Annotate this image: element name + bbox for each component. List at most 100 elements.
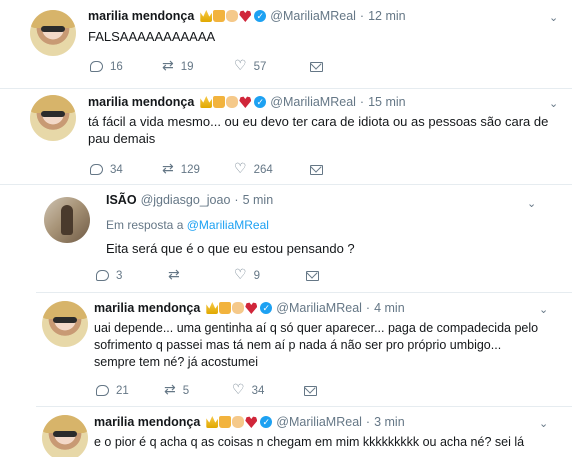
tweet-text-line: sempre tem né? já acostumei [94, 355, 258, 369]
like-button[interactable]: ♡ 34 [232, 382, 304, 398]
chevron-down-icon[interactable]: ⌄ [539, 305, 548, 316]
author-handle[interactable]: @MariliaMReal [270, 9, 356, 23]
author-name[interactable]: marilia mendonça [88, 9, 194, 23]
tweet-text-line: pau demais [88, 131, 156, 146]
separator-dot: · [359, 95, 365, 109]
peace-hand-emoji-icon [226, 10, 239, 22]
heart-icon: ♡ [234, 161, 247, 177]
reply-mention-link[interactable]: @MariliaMReal [187, 218, 269, 232]
heart-icon: ♡ [232, 382, 245, 398]
beer-emoji-icon [219, 302, 232, 314]
tweet-3-reply[interactable]: ISÃO @jgdiasgo_joao · 5 min ⌄ Em respost… [0, 185, 572, 291]
like-button[interactable]: ♡ 264 [234, 161, 310, 177]
reply-button[interactable]: 21 [96, 385, 164, 397]
timestamp[interactable]: 12 min [368, 9, 406, 23]
like-button[interactable]: ♡ 9 [234, 267, 306, 283]
verified-badge-icon: ✓ [254, 96, 267, 108]
separator-dot: · [365, 301, 371, 315]
author-handle[interactable]: @jgdiasgo_joao [141, 193, 231, 207]
author-name[interactable]: ISÃO [106, 193, 137, 207]
chevron-down-icon[interactable]: ⌄ [549, 99, 558, 110]
avatar[interactable] [44, 197, 90, 243]
reply-count: 16 [110, 60, 123, 73]
retweet-count: 19 [180, 60, 194, 73]
verified-badge-icon: ✓ [254, 10, 267, 22]
retweet-button[interactable]: ⇄ 5 [164, 382, 232, 398]
tweet-text-line: sofrimento q passei mas tá nem aí p nada… [94, 338, 502, 352]
like-count: 34 [251, 384, 265, 397]
reply-count: 3 [116, 269, 123, 282]
author-handle[interactable]: @MariliaMReal [276, 301, 362, 315]
author-name[interactable]: marilia mendonça [94, 415, 200, 429]
retweet-icon: ⇄ [162, 161, 174, 177]
tweet-2[interactable]: marilia mendonça ✓ @MariliaMReal · 15 mi… [0, 89, 572, 183]
avatar[interactable] [30, 95, 76, 141]
envelope-icon [310, 61, 323, 72]
heart-icon: ♡ [234, 267, 247, 283]
author-name[interactable]: marilia mendonça [94, 301, 200, 315]
beer-emoji-icon [213, 96, 226, 108]
reply-icon [96, 270, 109, 281]
chevron-down-icon[interactable]: ⌄ [539, 419, 548, 430]
beer-emoji-icon [219, 416, 232, 428]
timestamp[interactable]: 3 min [374, 415, 405, 429]
retweet-count: 129 [180, 163, 200, 176]
message-button[interactable] [310, 164, 330, 175]
separator-dot: · [359, 9, 365, 23]
tweet-text: e o pior é q acha q as coisas n chegam e… [94, 435, 525, 449]
tweet-4[interactable]: marilia mendonça ✓ @MariliaMReal · 4 min… [0, 293, 572, 405]
tweet-1[interactable]: marilia mendonça ✓ @MariliaMReal · 12 mi… [0, 0, 572, 88]
author-handle[interactable]: @MariliaMReal [276, 415, 362, 429]
name-emojis [200, 96, 252, 108]
author-name[interactable]: marilia mendonça [88, 95, 194, 109]
reply-button[interactable]: 34 [90, 164, 162, 176]
broken-heart-emoji-icon [245, 416, 258, 428]
retweet-button[interactable]: ⇄ 19 [162, 58, 234, 74]
tweet-text: uai depende... uma gentinha aí q só quer… [94, 320, 538, 371]
like-button[interactable]: ♡ 57 [234, 59, 310, 73]
retweet-icon: ⇄ [162, 58, 174, 74]
message-button[interactable] [306, 270, 326, 281]
broken-heart-emoji-icon [239, 96, 252, 108]
avatar[interactable] [42, 301, 88, 347]
peace-hand-emoji-icon [232, 416, 245, 428]
broken-heart-emoji-icon [245, 302, 258, 314]
crown-emoji-icon [200, 10, 213, 22]
reply-icon [96, 385, 109, 396]
message-button[interactable] [304, 385, 324, 396]
avatar[interactable] [30, 10, 76, 56]
tweet-5[interactable]: marilia mendonça ✓ @MariliaMReal · 3 min… [0, 407, 572, 457]
peace-hand-emoji-icon [226, 96, 239, 108]
reply-prefix: Em resposta a [106, 218, 184, 232]
tweet-text: FALSAAAAAAAAAAA [88, 29, 216, 44]
crown-emoji-icon [200, 96, 213, 108]
reply-icon [90, 61, 103, 72]
separator-dot: · [234, 193, 239, 207]
chevron-down-icon[interactable]: ⌄ [549, 13, 558, 24]
message-button[interactable] [310, 61, 330, 72]
timestamp[interactable]: 4 min [374, 301, 405, 315]
timestamp[interactable]: 15 min [368, 95, 406, 109]
envelope-icon [310, 164, 323, 175]
crown-emoji-icon [206, 302, 219, 314]
name-emojis [206, 302, 258, 314]
name-emojis [200, 10, 252, 22]
reply-count: 21 [116, 384, 129, 397]
beer-emoji-icon [213, 10, 226, 22]
reply-button[interactable]: 3 [96, 270, 168, 282]
crown-emoji-icon [206, 416, 219, 428]
tweet-text-line: tá fácil a vida mesmo... ou eu devo ter … [88, 114, 549, 129]
verified-badge-icon: ✓ [260, 302, 273, 314]
avatar[interactable] [42, 415, 88, 457]
retweet-button[interactable]: ⇄ 129 [162, 161, 234, 177]
timestamp[interactable]: 5 min [243, 193, 274, 207]
broken-heart-emoji-icon [239, 10, 252, 22]
reply-context: Em resposta a @MariliaMReal [106, 218, 269, 232]
retweet-count: 5 [182, 384, 190, 397]
reply-button[interactable]: 16 [90, 61, 162, 73]
retweet-button[interactable]: ⇄ [168, 268, 234, 282]
verified-badge-icon: ✓ [260, 416, 273, 428]
author-handle[interactable]: @MariliaMReal [270, 95, 356, 109]
retweet-icon: ⇄ [164, 382, 176, 398]
chevron-down-icon[interactable]: ⌄ [527, 199, 536, 210]
